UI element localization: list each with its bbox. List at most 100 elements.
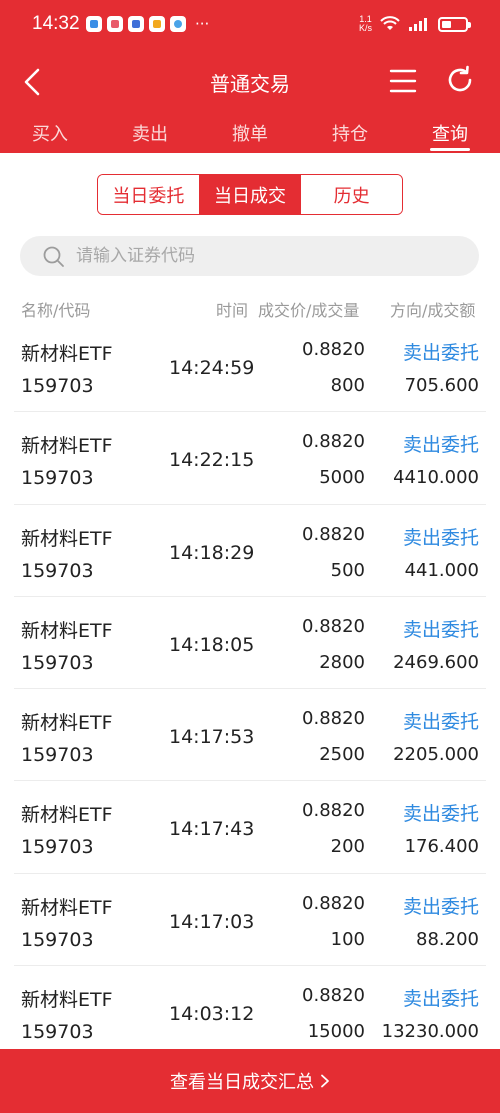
trade-amount: 176.400 <box>404 836 479 858</box>
trade-tabs: 买入 卖出 撤单 持仓 查询 <box>0 110 500 153</box>
trade-price: 0.8820 <box>302 431 365 453</box>
trade-direction: 卖出委托 <box>402 895 479 918</box>
trade-direction: 卖出委托 <box>402 618 479 641</box>
chevron-right-icon <box>321 1074 329 1088</box>
trade-amount: 2469.600 <box>393 651 479 673</box>
mail-notification-icon <box>149 16 165 32</box>
security-name: 新材料ETF <box>21 804 113 827</box>
segment-today-orders[interactable]: 当日委托 <box>98 175 199 214</box>
trade-row[interactable]: 新材料ETF 159703 14:17:53 0.8820 2500 卖出委托 … <box>0 689 500 782</box>
trade-volume: 500 <box>330 559 365 581</box>
trade-price: 0.8820 <box>302 523 365 545</box>
page-title: 普通交易 <box>210 72 290 96</box>
trade-amount: 4410.000 <box>393 467 479 489</box>
trade-amount: 2205.000 <box>393 744 479 766</box>
trade-price: 0.8820 <box>302 800 365 822</box>
trade-amount: 441.000 <box>404 559 479 581</box>
app-notification-icon <box>86 16 102 32</box>
app-notification-icon <box>170 16 186 32</box>
bottom-button-label: 查看当日成交汇总 <box>170 1072 314 1093</box>
security-name: 新材料ETF <box>21 619 113 642</box>
segment-today-trades[interactable]: 当日成交 <box>198 175 301 214</box>
trade-row[interactable]: 新材料ETF 159703 14:17:43 0.8820 200 卖出委托 1… <box>0 781 500 874</box>
trade-price: 0.8820 <box>302 985 365 1007</box>
search-box[interactable] <box>20 236 479 276</box>
trade-volume: 2800 <box>319 651 365 673</box>
tab-buy[interactable]: 买入 <box>20 120 80 146</box>
notification-icons: ··· <box>86 16 209 32</box>
trade-amount: 705.600 <box>404 375 479 396</box>
trade-direction: 卖出委托 <box>402 342 479 364</box>
security-name: 新材料ETF <box>21 343 113 365</box>
security-name: 新材料ETF <box>21 989 113 1012</box>
tab-query[interactable]: 查询 <box>420 120 480 146</box>
status-bar: 14:32 ··· 1.1 K/s <box>0 0 500 52</box>
view-daily-trade-summary-button[interactable]: 查看当日成交汇总 <box>0 1049 500 1113</box>
column-header-time: 时间 <box>216 301 249 320</box>
trade-volume: 100 <box>330 928 365 950</box>
network-speed: 1.1 K/s <box>358 14 372 33</box>
trade-time: 14:17:03 <box>169 910 255 933</box>
security-code: 159703 <box>21 651 94 674</box>
more-notifications-icon: ··· <box>195 15 210 33</box>
trade-price: 0.8820 <box>302 339 365 360</box>
column-header-price-volume: 成交价/成交量 <box>258 301 360 320</box>
security-code: 159703 <box>21 1021 94 1044</box>
tab-positions[interactable]: 持仓 <box>320 120 380 146</box>
trade-time: 14:17:53 <box>169 726 255 749</box>
tab-sell[interactable]: 卖出 <box>120 120 180 146</box>
column-header-direction-amount: 方向/成交额 <box>390 301 476 320</box>
active-tab-indicator <box>430 148 470 151</box>
trade-volume: 800 <box>330 375 365 396</box>
security-name: 新材料ETF <box>21 896 113 919</box>
trade-row[interactable]: 新材料ETF 159703 14:17:03 0.8820 100 卖出委托 8… <box>0 874 500 967</box>
trade-volume: 2500 <box>319 744 365 766</box>
trade-row[interactable]: 新材料ETF 159703 14:24:59 0.8820 800 卖出委托 7… <box>0 339 500 413</box>
trade-row[interactable]: 新材料ETF 159703 14:22:15 0.8820 5000 卖出委托 … <box>0 412 500 505</box>
security-code: 159703 <box>21 928 94 951</box>
trade-time: 14:17:43 <box>169 818 255 841</box>
search-input[interactable] <box>76 236 456 276</box>
trade-amount: 13230.000 <box>381 1021 479 1043</box>
header-area: 14:32 ··· 1.1 K/s 普通交易 买入 卖出 撤单 持仓 查询 <box>0 0 500 153</box>
trades-list[interactable]: 新材料ETF 159703 14:24:59 0.8820 800 卖出委托 7… <box>0 339 500 1049</box>
nav-bar: 普通交易 <box>0 52 500 110</box>
trade-row[interactable]: 新材料ETF 159703 14:18:29 0.8820 500 卖出委托 4… <box>0 505 500 597</box>
trade-direction: 卖出委托 <box>402 526 479 549</box>
trade-direction: 卖出委托 <box>402 988 479 1011</box>
app-notification-icon <box>128 16 144 32</box>
trade-amount: 88.200 <box>416 928 479 950</box>
tab-cancel[interactable]: 撤单 <box>220 120 280 146</box>
signal-icon <box>409 18 427 31</box>
search-icon <box>43 246 64 267</box>
query-type-segment: 当日委托 当日成交 历史 <box>97 174 403 215</box>
wifi-icon <box>380 16 400 30</box>
menu-icon[interactable] <box>388 66 418 96</box>
trade-direction: 卖出委托 <box>402 803 479 826</box>
trade-price: 0.8820 <box>302 615 365 637</box>
security-code: 159703 <box>21 559 94 582</box>
segment-history[interactable]: 历史 <box>300 175 402 214</box>
trade-price: 0.8820 <box>302 708 365 730</box>
trade-time: 14:18:29 <box>169 541 255 564</box>
trade-time: 14:24:59 <box>169 357 255 379</box>
security-name: 新材料ETF <box>21 712 113 735</box>
trade-direction: 卖出委托 <box>402 711 479 734</box>
security-code: 159703 <box>21 744 94 767</box>
app-notification-icon <box>107 16 123 32</box>
trade-direction: 卖出委托 <box>402 434 479 457</box>
security-code: 159703 <box>21 375 94 397</box>
trade-price: 0.8820 <box>302 892 365 914</box>
security-name: 新材料ETF <box>21 435 113 458</box>
trade-time: 14:18:05 <box>169 633 255 656</box>
refresh-icon[interactable] <box>444 64 476 96</box>
column-header-name-code: 名称/代码 <box>21 301 91 320</box>
security-code: 159703 <box>21 467 94 490</box>
status-time: 14:32 <box>32 13 80 34</box>
trade-time: 14:03:12 <box>169 1003 255 1026</box>
trade-row[interactable]: 新材料ETF 159703 14:03:12 0.8820 15000 卖出委托… <box>0 966 500 1049</box>
trade-volume: 5000 <box>319 467 365 489</box>
trade-row[interactable]: 新材料ETF 159703 14:18:05 0.8820 2800 卖出委托 … <box>0 597 500 690</box>
security-name: 新材料ETF <box>21 527 113 550</box>
trade-volume: 15000 <box>307 1021 365 1043</box>
